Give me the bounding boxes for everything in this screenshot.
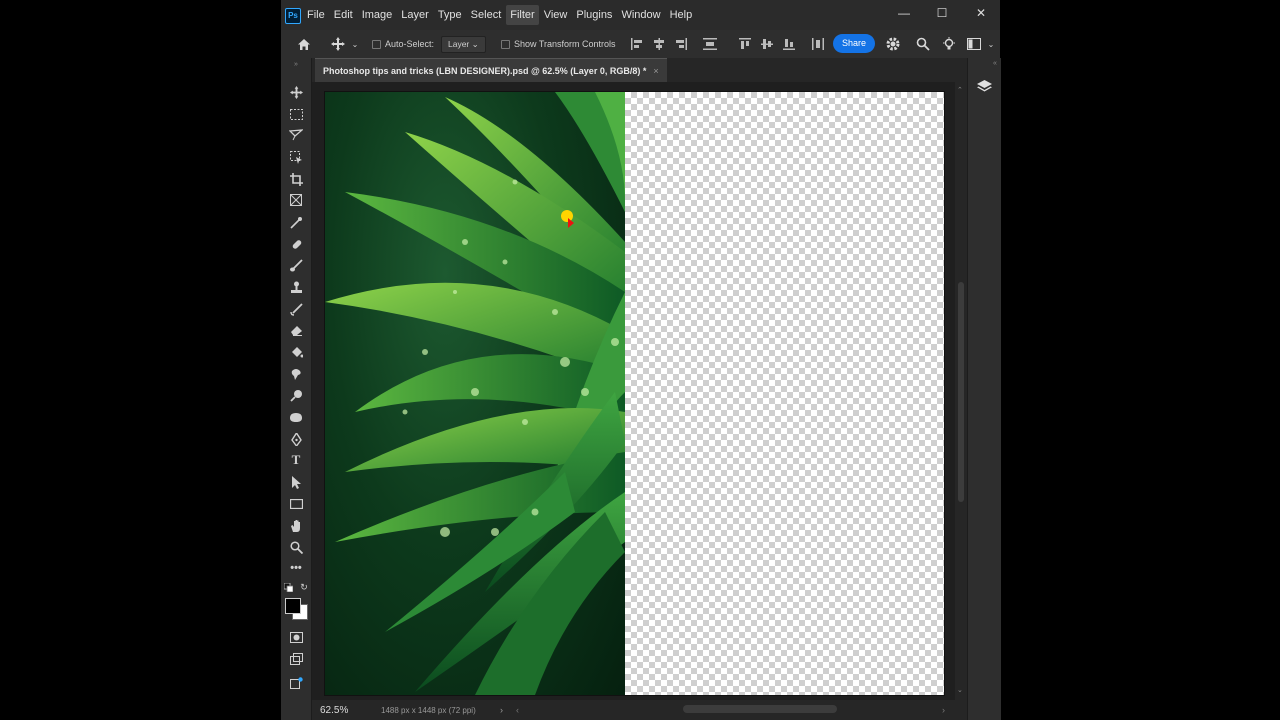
crop-tool-icon[interactable] — [287, 170, 305, 188]
scroll-left-icon[interactable]: ‹ — [516, 705, 519, 715]
status-menu-arrow-icon[interactable]: › — [500, 705, 503, 715]
layer-dropdown[interactable]: Layer ⌄ — [441, 30, 486, 58]
history-brush-icon[interactable] — [287, 300, 305, 318]
auto-select-label: Auto-Select: — [385, 39, 435, 49]
move-tool-icon[interactable] — [287, 83, 305, 101]
pen-tool-icon[interactable] — [287, 430, 305, 448]
scroll-right-icon[interactable]: › — [942, 705, 945, 715]
photoshop-window: Ps File Edit Image Layer Type Select Fil… — [281, 0, 1001, 720]
layers-panel-icon[interactable] — [975, 78, 993, 96]
zoom-level[interactable]: 62.5% — [320, 705, 348, 716]
rectangle-tool-icon[interactable] — [287, 495, 305, 513]
menu-filter[interactable]: Filter — [506, 5, 539, 25]
checkbox-box — [501, 39, 510, 49]
distribute-horizontal-icon[interactable] — [811, 37, 825, 51]
menu-select[interactable]: Select — [467, 5, 506, 25]
more-tools-icon[interactable]: ••• — [287, 559, 305, 577]
menu-edit[interactable]: Edit — [330, 5, 357, 25]
frame-tool-icon[interactable] — [287, 191, 305, 209]
marquee-tool-icon[interactable] — [287, 105, 305, 123]
path-select-icon[interactable] — [287, 473, 305, 491]
brush-tool-icon[interactable] — [287, 256, 305, 274]
dodge-tool-icon[interactable] — [287, 386, 305, 404]
close-tab-icon[interactable]: × — [653, 66, 658, 76]
document-tab[interactable]: Photoshop tips and tricks (LBN DESIGNER)… — [315, 58, 667, 83]
lightbulb-icon[interactable] — [941, 36, 957, 52]
status-bar: 62.5% 1488 px x 1448 px (72 ppi) › ‹ › — [312, 700, 967, 720]
eraser-tool-icon[interactable] — [287, 321, 305, 339]
menu-bar: File Edit Image Layer Type Select Filter… — [303, 0, 697, 30]
checkbox-box — [372, 39, 381, 49]
photoshop-logo-icon: Ps — [285, 8, 301, 24]
align-middle-icon[interactable] — [760, 37, 774, 51]
search-icon[interactable] — [915, 36, 931, 52]
default-colors-icon[interactable] — [283, 582, 293, 592]
menu-plugins[interactable]: Plugins — [572, 5, 616, 25]
swap-colors-icon[interactable]: ↻ — [299, 582, 309, 592]
type-tool-icon[interactable]: T — [287, 451, 305, 469]
paint-bucket-icon[interactable] — [287, 343, 305, 361]
horizontal-scroll-thumb[interactable] — [683, 705, 837, 713]
chevron-down-icon[interactable]: ⌄ — [350, 39, 360, 49]
layer-dropdown-value: Layer — [448, 38, 470, 49]
distribute-icon[interactable] — [703, 37, 717, 51]
expand-panels-icon[interactable]: « — [990, 58, 1000, 68]
hand-tool-icon[interactable] — [287, 516, 305, 534]
auto-select-checkbox[interactable]: Auto-Select: — [372, 30, 434, 58]
scroll-down-icon[interactable]: ⌄ — [957, 686, 963, 694]
maximize-button[interactable]: ☐ — [923, 0, 961, 26]
right-panel-dock: « — [967, 58, 1001, 720]
leaf-photo-image — [325, 92, 625, 695]
lasso-tool-icon[interactable] — [287, 126, 305, 144]
menu-window[interactable]: Window — [617, 5, 664, 25]
share-button[interactable]: Share — [833, 34, 875, 53]
mouse-cursor-icon — [568, 218, 574, 228]
document-tab-bar: Photoshop tips and tricks (LBN DESIGNER)… — [312, 58, 967, 83]
home-icon[interactable] — [295, 35, 313, 53]
screen-mode-icon[interactable] — [287, 650, 305, 668]
workspace-icon[interactable] — [965, 36, 983, 52]
tools-panel: » T ••• ↻ — [281, 58, 312, 720]
options-bar: ⌄ Auto-Select: Layer ⌄ Show Transform Co… — [281, 30, 1000, 59]
healing-brush-icon[interactable] — [287, 235, 305, 253]
menu-image[interactable]: Image — [358, 5, 397, 25]
align-top-icon[interactable] — [738, 37, 752, 51]
scroll-up-icon[interactable]: ⌃ — [957, 86, 963, 94]
smudge-tool-icon[interactable] — [287, 365, 305, 383]
align-bottom-icon[interactable] — [782, 37, 796, 51]
close-window-button[interactable]: ✕ — [962, 0, 1000, 26]
chevron-down-icon[interactable]: ⌄ — [986, 39, 996, 49]
menu-help[interactable]: Help — [666, 5, 697, 25]
move-tool-icon[interactable] — [329, 35, 347, 53]
align-center-icon[interactable] — [652, 37, 666, 51]
clone-stamp-icon[interactable] — [287, 278, 305, 296]
minimize-button[interactable]: — — [885, 0, 923, 26]
align-left-icon[interactable] — [630, 37, 644, 51]
canvas-area[interactable] — [312, 82, 955, 700]
menu-view[interactable]: View — [540, 5, 572, 25]
document-canvas[interactable] — [324, 91, 945, 696]
transparent-area — [625, 92, 944, 695]
align-right-icon[interactable] — [674, 37, 688, 51]
menu-file[interactable]: File — [303, 5, 329, 25]
foreground-color-swatch[interactable] — [285, 598, 301, 614]
menu-layer[interactable]: Layer — [397, 5, 433, 25]
vertical-scroll-thumb[interactable] — [958, 282, 964, 502]
sponge-tool-icon[interactable] — [287, 408, 305, 426]
document-info: 1488 px x 1448 px (72 ppi) — [381, 705, 476, 715]
show-transform-label: Show Transform Controls — [514, 39, 616, 49]
document-tab-title: Photoshop tips and tricks (LBN DESIGNER)… — [323, 66, 647, 76]
collapse-toolbar-icon[interactable]: » — [287, 60, 305, 68]
eyedropper-tool-icon[interactable] — [287, 213, 305, 231]
show-transform-checkbox[interactable]: Show Transform Controls — [501, 30, 616, 58]
vertical-scrollbar[interactable]: ⌃ ⌄ — [955, 82, 967, 700]
gear-icon[interactable] — [884, 36, 902, 52]
title-bar: Ps File Edit Image Layer Type Select Fil… — [281, 0, 1000, 30]
menu-type[interactable]: Type — [434, 5, 466, 25]
generative-icon[interactable] — [287, 674, 305, 692]
quick-mask-icon[interactable] — [287, 628, 305, 646]
object-select-tool-icon[interactable] — [287, 148, 305, 166]
zoom-tool-icon[interactable] — [287, 538, 305, 556]
